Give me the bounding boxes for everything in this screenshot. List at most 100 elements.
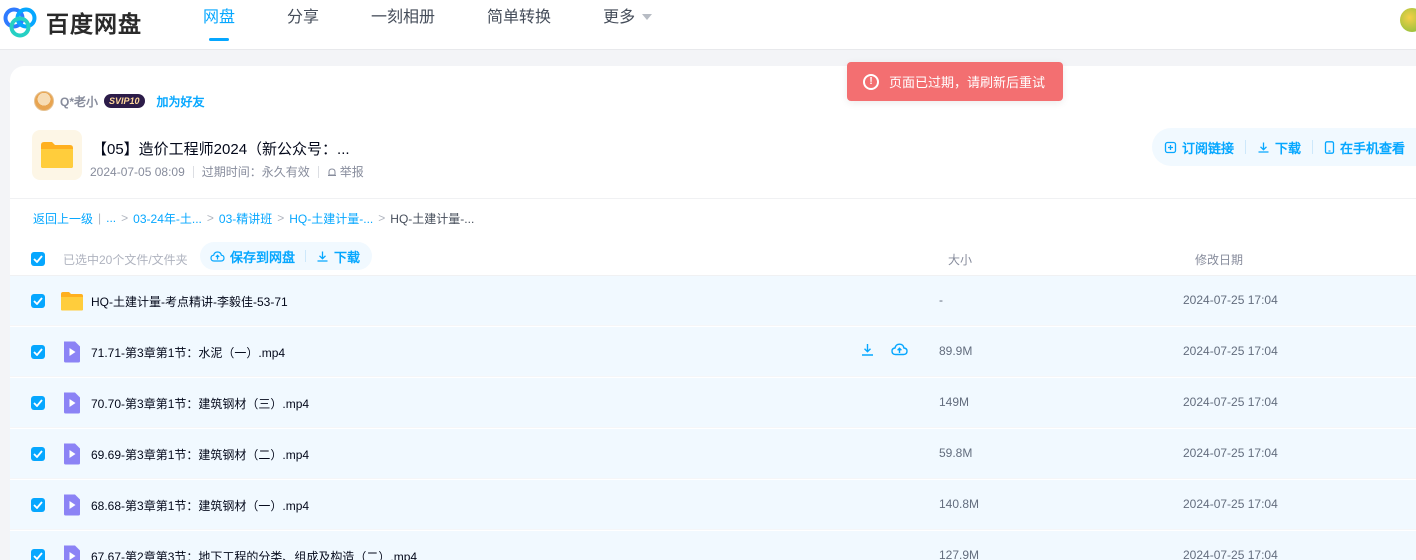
save-to-netdisk-button[interactable]: 保存到网盘 (210, 247, 295, 266)
table-row[interactable]: 68.68-第3章第1节：建筑钢材（一）.mp4 140.8M 2024-07-… (10, 480, 1416, 530)
video-file-icon (64, 341, 80, 363)
sharer-avatar[interactable] (34, 91, 54, 111)
file-name[interactable]: 68.68-第3章第1节：建筑钢材（一）.mp4 (91, 497, 309, 514)
row-save-button[interactable] (891, 342, 908, 362)
select-all-checkbox[interactable] (31, 252, 45, 266)
row-checkbox[interactable] (31, 447, 45, 461)
row-download-button[interactable] (860, 342, 875, 362)
alert-circle-icon: ! (863, 73, 879, 90)
row-checkbox[interactable] (31, 549, 45, 560)
breadcrumb-item[interactable]: ... (106, 211, 116, 225)
check-icon (33, 297, 43, 305)
sharer-name: Q*老小 (60, 94, 99, 109)
share-actions: 订阅链接 下载 在手机查看 (1152, 128, 1416, 166)
row-checkbox[interactable] (31, 498, 45, 512)
file-name[interactable]: 70.70-第3章第1节：建筑钢材（三）.mp4 (91, 395, 309, 412)
table-row[interactable]: 67.67-第2章第3节：地下工程的分类、组成及构造（二）.mp4 127.9M… (10, 531, 1416, 560)
check-icon (33, 450, 43, 458)
column-header-size[interactable]: 大小 (948, 251, 972, 268)
user-avatar-top[interactable] (1400, 8, 1416, 32)
nav-label: 网盘 (203, 9, 236, 26)
subscribe-link-button[interactable]: 订阅链接 (1164, 138, 1234, 157)
report-icon (327, 167, 336, 176)
share-meta: 2024-07-05 08:09 过期时间：永久有效 举报 (90, 163, 364, 180)
check-icon (33, 348, 43, 356)
logo-icon (3, 7, 37, 38)
baidu-netdisk-logo[interactable]: 百度网盘 (0, 4, 142, 40)
row-checkbox[interactable] (31, 294, 45, 308)
file-date: 2024-07-25 17:04 (1183, 497, 1278, 511)
row-checkbox[interactable] (31, 345, 45, 359)
section-divider (10, 198, 1416, 199)
file-size: 140.8M (939, 497, 980, 511)
cloud-upload-icon (891, 343, 908, 356)
file-table-header: 已选中20个文件/文件夹 保存到网盘 下载 大小 修改日期 (10, 240, 1416, 276)
column-header-date[interactable]: 修改日期 (1195, 251, 1243, 268)
table-row[interactable]: HQ-土建计量-考点精讲-李毅佳-53-71 - 2024-07-25 17:0… (10, 276, 1416, 326)
top-header: 百度网盘 网盘 分享 一刻相册 简单转换 更多 (0, 0, 1416, 50)
breadcrumb-separator: > (206, 211, 214, 225)
add-friend-link[interactable]: 加为好友 (157, 93, 205, 110)
subscribe-label: 订阅链接 (1182, 140, 1235, 156)
check-icon (33, 255, 43, 263)
download-icon (1258, 142, 1269, 153)
file-size: 149M (939, 395, 970, 409)
phone-label: 在手机查看 (1340, 140, 1406, 156)
batch-download-button[interactable]: 下载 (316, 247, 360, 266)
share-folder-icon (32, 130, 82, 180)
row-hover-actions (860, 342, 924, 362)
error-toast: ! 页面已过期，请刷新后重试 (847, 62, 1063, 101)
subscribe-icon (1164, 141, 1177, 153)
report-link[interactable]: 举报 (327, 163, 364, 180)
table-row[interactable]: 71.71-第3章第1节：水泥（一）.mp4 89.9M 2024-07-25 … (10, 327, 1416, 377)
nav-label: 分享 (287, 9, 320, 26)
download-icon (862, 344, 873, 356)
sharer-info: Q*老小 SVIP10 加为好友 (34, 90, 205, 112)
file-date: 2024-07-25 17:04 (1183, 446, 1278, 460)
share-expire-time: 过期时间：永久有效 (201, 165, 310, 179)
file-name[interactable]: 67.67-第2章第3节：地下工程的分类、组成及构造（二）.mp4 (91, 548, 417, 560)
file-size: 59.8M (939, 446, 973, 460)
breadcrumb-separator: | (98, 211, 102, 225)
download-icon (317, 251, 328, 262)
file-size: - (939, 293, 943, 307)
meta-divider (317, 165, 319, 178)
table-row[interactable]: 69.69-第3章第1节：建筑钢材（二）.mp4 59.8M 2024-07-2… (10, 429, 1416, 479)
nav-item-album[interactable]: 一刻相册 (354, 0, 452, 50)
video-file-icon (64, 443, 80, 465)
video-file-icon (64, 494, 80, 516)
file-name[interactable]: 69.69-第3章第1节：建筑钢材（二）.mp4 (91, 446, 309, 463)
main-nav: 网盘 分享 一刻相册 简单转换 更多 (186, 0, 687, 50)
file-size: 89.9M (939, 344, 973, 358)
svip-badge: SVIP10 (104, 94, 145, 108)
breadcrumb: 返回上一级 | ... > 03-24年-土... > 03-精讲班 > HQ-… (33, 210, 474, 226)
meta-divider (192, 165, 194, 178)
breadcrumb-item[interactable]: 03-精讲班 (219, 210, 272, 227)
row-checkbox[interactable] (31, 396, 45, 410)
cloud-upload-icon (210, 250, 225, 262)
nav-item-convert[interactable]: 简单转换 (470, 0, 568, 50)
save-label: 保存到网盘 (230, 249, 296, 265)
report-label: 举报 (339, 165, 364, 179)
breadcrumb-current: HQ-土建计量-... (390, 211, 475, 226)
nav-item-netdisk[interactable]: 网盘 (186, 0, 252, 50)
file-date: 2024-07-25 17:04 (1183, 344, 1278, 358)
nav-item-share[interactable]: 分享 (270, 0, 336, 50)
file-size: 127.9M (939, 548, 980, 560)
download-all-button[interactable]: 下载 (1257, 138, 1301, 157)
nav-item-more[interactable]: 更多 (586, 0, 669, 50)
action-divider (1245, 140, 1247, 154)
download-label: 下载 (334, 249, 361, 265)
file-name[interactable]: HQ-土建计量-考点精讲-李毅佳-53-71 (91, 293, 288, 310)
breadcrumb-item[interactable]: HQ-土建计量-... (289, 210, 373, 227)
nav-label: 更多 (603, 9, 636, 26)
check-icon (33, 501, 43, 509)
view-on-phone-button[interactable]: 在手机查看 (1324, 138, 1405, 157)
video-file-icon (64, 545, 80, 560)
action-divider (1312, 140, 1314, 154)
breadcrumb-separator: > (121, 211, 129, 225)
table-row[interactable]: 70.70-第3章第1节：建筑钢材（三）.mp4 149M 2024-07-25… (10, 378, 1416, 428)
file-name[interactable]: 71.71-第3章第1节：水泥（一）.mp4 (91, 344, 285, 361)
breadcrumb-item[interactable]: 03-24年-土... (133, 210, 202, 227)
breadcrumb-back[interactable]: 返回上一级 (33, 210, 93, 227)
